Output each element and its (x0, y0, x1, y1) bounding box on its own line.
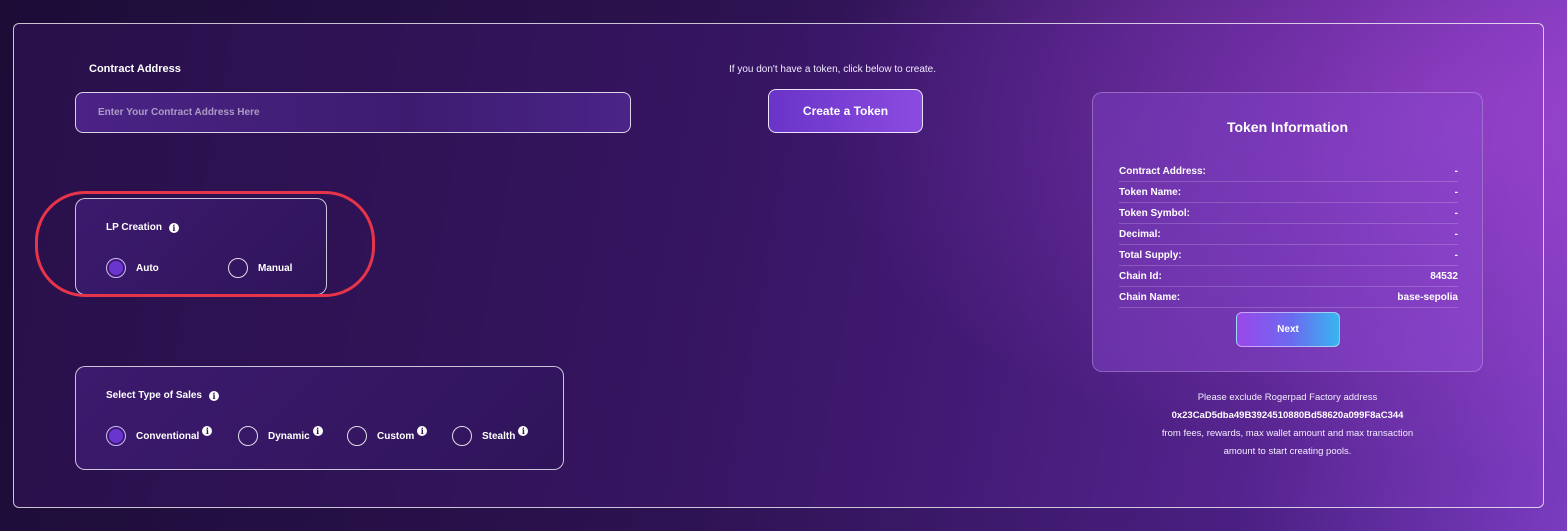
contract-address-input[interactable] (75, 92, 631, 133)
token-info-row: Decimal: - (1119, 224, 1458, 245)
token-info-row: Total Supply: - (1119, 245, 1458, 266)
row-value: - (1454, 228, 1458, 240)
info-icon[interactable]: i (208, 390, 219, 401)
info-icon[interactable]: i (417, 426, 428, 436)
sales-option-label: Stealth (482, 430, 516, 442)
token-information-card: Token Information Contract Address: - To… (1092, 92, 1483, 372)
row-value: - (1454, 207, 1458, 219)
radio-custom[interactable] (347, 426, 367, 446)
row-value: - (1454, 186, 1458, 198)
info-icon[interactable]: i (202, 426, 213, 436)
sales-option-custom[interactable]: Custom i (347, 426, 428, 446)
note-line: Please exclude Rogerpad Factory address (1197, 392, 1378, 403)
row-label: Token Name: (1119, 186, 1182, 198)
row-label: Decimal: (1119, 228, 1161, 240)
token-info-row: Contract Address: - (1119, 161, 1458, 182)
highlight-annotation (35, 191, 375, 297)
token-information-title: Token Information (1226, 119, 1349, 135)
create-token-hint: If you don't have a token, click below t… (729, 64, 937, 75)
token-info-list: Contract Address: - Token Name: - Token … (1119, 161, 1458, 308)
row-value: base-sepolia (1397, 291, 1458, 303)
radio-stealth[interactable] (452, 426, 472, 446)
info-icon[interactable]: i (312, 426, 323, 436)
factory-address: 0x23CaD5dba49B3924510880Bd58620a099F8aC3… (1171, 410, 1404, 421)
sales-option-label: Conventional (136, 430, 200, 442)
sales-option-conventional[interactable]: Conventional i (106, 426, 213, 446)
sales-type-title: Select Type of Sales i (106, 390, 219, 401)
sales-option-stealth[interactable]: Stealth i (452, 426, 529, 446)
row-value: 84532 (1430, 270, 1458, 282)
next-button[interactable]: Next (1236, 312, 1340, 347)
row-label: Total Supply: (1119, 249, 1182, 261)
row-label: Token Symbol: (1119, 207, 1190, 219)
token-info-row: Token Name: - (1119, 182, 1458, 203)
sales-option-dynamic[interactable]: Dynamic i (238, 426, 323, 446)
row-value: - (1454, 249, 1458, 261)
info-icon[interactable]: i (518, 426, 529, 436)
sales-type-card: Select Type of Sales i Conventional i Dy… (75, 366, 564, 470)
token-info-row: Chain Id: 84532 (1119, 266, 1458, 287)
token-info-row: Chain Name: base-sepolia (1119, 287, 1458, 308)
exclude-address-note: Please exclude Rogerpad Factory address … (1092, 389, 1483, 461)
row-label: Contract Address: (1119, 165, 1206, 177)
token-info-row: Token Symbol: - (1119, 203, 1458, 224)
sales-option-label: Dynamic (268, 430, 310, 442)
row-value: - (1454, 165, 1458, 177)
radio-conventional[interactable] (106, 426, 126, 446)
sales-type-title-text: Select Type of Sales (106, 390, 202, 401)
radio-dynamic[interactable] (238, 426, 258, 446)
row-label: Chain Id: (1119, 270, 1162, 282)
sales-option-label: Custom (377, 430, 415, 442)
note-line: from fees, rewards, max wallet amount an… (1161, 428, 1414, 439)
create-token-button[interactable]: Create a Token (768, 89, 923, 133)
row-label: Chain Name: (1119, 291, 1181, 303)
note-line: amount to start creating pools. (1223, 446, 1352, 457)
contract-address-label: Contract Address (89, 63, 181, 75)
